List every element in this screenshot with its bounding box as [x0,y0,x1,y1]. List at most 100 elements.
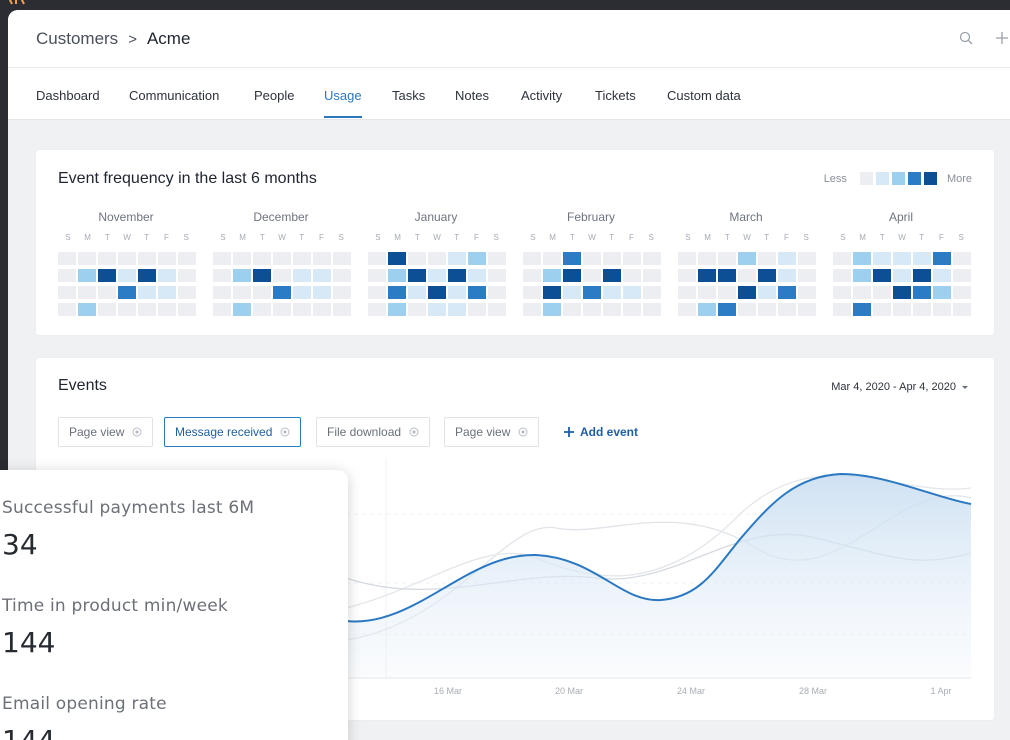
heatmap-cell[interactable] [313,286,331,299]
heatmap-cell[interactable] [738,269,756,282]
heatmap-cell[interactable] [178,286,196,299]
heatmap-cell[interactable] [448,269,466,282]
heatmap-cell[interactable] [798,286,816,299]
heatmap-cell[interactable] [428,252,446,265]
heatmap-cell[interactable] [643,252,661,265]
heatmap-cell[interactable] [158,269,176,282]
heatmap-cell[interactable] [368,303,386,316]
heatmap-cell[interactable] [678,303,696,316]
heatmap-cell[interactable] [408,303,426,316]
heatmap-cell[interactable] [698,286,716,299]
heatmap-cell[interactable] [468,286,486,299]
heatmap-cell[interactable] [233,269,251,282]
heatmap-cell[interactable] [798,252,816,265]
heatmap-cell[interactable] [718,252,736,265]
heatmap-cell[interactable] [563,303,581,316]
heatmap-cell[interactable] [873,303,891,316]
heatmap-cell[interactable] [603,252,621,265]
heatmap-cell[interactable] [798,269,816,282]
heatmap-cell[interactable] [293,269,311,282]
heatmap-cell[interactable] [178,252,196,265]
heatmap-cell[interactable] [913,303,931,316]
heatmap-cell[interactable] [623,303,641,316]
heatmap-cell[interactable] [778,303,796,316]
heatmap-cell[interactable] [678,269,696,282]
heatmap-cell[interactable] [78,269,96,282]
heatmap-cell[interactable] [58,269,76,282]
heatmap-cell[interactable] [523,269,541,282]
heatmap-cell[interactable] [583,286,601,299]
heatmap-cell[interactable] [523,252,541,265]
heatmap-cell[interactable] [643,303,661,316]
heatmap-cell[interactable] [118,286,136,299]
heatmap-cell[interactable] [273,269,291,282]
heatmap-cell[interactable] [253,286,271,299]
heatmap-cell[interactable] [333,269,351,282]
heatmap-cell[interactable] [313,252,331,265]
heatmap-cell[interactable] [368,269,386,282]
heatmap-cell[interactable] [98,252,116,265]
heatmap-cell[interactable] [408,286,426,299]
heatmap-cell[interactable] [833,286,851,299]
heatmap-cell[interactable] [158,252,176,265]
date-range-select[interactable]: Mar 4, 2020 - Apr 4, 2020 [831,381,956,393]
heatmap-cell[interactable] [213,269,231,282]
tab-custom-data[interactable]: Custom data [667,88,741,103]
heatmap-cell[interactable] [738,303,756,316]
heatmap-cell[interactable] [893,252,911,265]
heatmap-cell[interactable] [333,286,351,299]
heatmap-cell[interactable] [138,303,156,316]
heatmap-cell[interactable] [873,286,891,299]
heatmap-cell[interactable] [273,303,291,316]
event-chip-page-view-2[interactable]: Page view [444,417,540,447]
heatmap-cell[interactable] [758,269,776,282]
heatmap-cell[interactable] [408,269,426,282]
heatmap-cell[interactable] [798,303,816,316]
heatmap-cell[interactable] [853,286,871,299]
heatmap-cell[interactable] [543,303,561,316]
heatmap-cell[interactable] [138,286,156,299]
heatmap-cell[interactable] [313,303,331,316]
heatmap-cell[interactable] [78,303,96,316]
heatmap-cell[interactable] [853,269,871,282]
heatmap-cell[interactable] [118,252,136,265]
heatmap-cell[interactable] [543,269,561,282]
heatmap-cell[interactable] [98,303,116,316]
tab-tasks[interactable]: Tasks [392,88,425,103]
heatmap-cell[interactable] [563,286,581,299]
tab-dashboard[interactable]: Dashboard [36,88,100,103]
heatmap-cell[interactable] [933,303,951,316]
heatmap-cell[interactable] [953,303,971,316]
heatmap-cell[interactable] [158,303,176,316]
heatmap-cell[interactable] [778,252,796,265]
heatmap-cell[interactable] [488,269,506,282]
heatmap-cell[interactable] [58,303,76,316]
heatmap-cell[interactable] [623,286,641,299]
heatmap-cell[interactable] [893,303,911,316]
heatmap-cell[interactable] [833,269,851,282]
heatmap-cell[interactable] [523,286,541,299]
heatmap-cell[interactable] [623,252,641,265]
heatmap-cell[interactable] [368,252,386,265]
heatmap-cell[interactable] [643,269,661,282]
event-chip-page-view[interactable]: Page view [58,417,154,447]
remove-icon[interactable] [409,427,419,437]
heatmap-cell[interactable] [213,252,231,265]
heatmap-cell[interactable] [718,286,736,299]
heatmap-cell[interactable] [933,286,951,299]
remove-icon[interactable] [132,427,142,437]
heatmap-cell[interactable] [758,252,776,265]
tab-usage[interactable]: Usage [324,88,362,103]
heatmap-cell[interactable] [273,286,291,299]
heatmap-cell[interactable] [448,303,466,316]
heatmap-cell[interactable] [583,252,601,265]
heatmap-cell[interactable] [118,303,136,316]
heatmap-cell[interactable] [388,252,406,265]
heatmap-cell[interactable] [603,269,621,282]
heatmap-cell[interactable] [333,303,351,316]
heatmap-cell[interactable] [583,303,601,316]
heatmap-cell[interactable] [178,303,196,316]
heatmap-cell[interactable] [643,286,661,299]
heatmap-cell[interactable] [758,303,776,316]
heatmap-cell[interactable] [333,252,351,265]
